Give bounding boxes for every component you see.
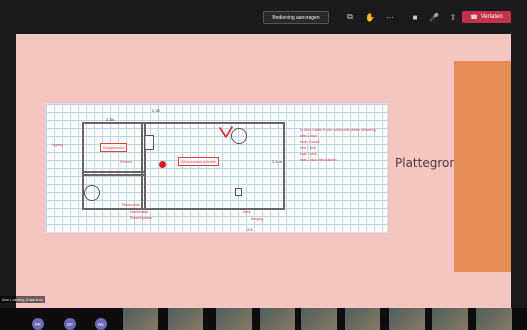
note-line-3: stoel 4 stuks xyxy=(300,140,320,144)
screen-share-icon[interactable]: ⧉ xyxy=(343,11,357,23)
caption-entrance: Ingang xyxy=(52,143,63,147)
bed-icon xyxy=(84,185,100,201)
leave-label: Verlaten xyxy=(480,14,503,20)
side-dimension: 2,5 m xyxy=(272,159,283,164)
participant-wl[interactable]: WL xyxy=(95,318,107,330)
camera-icon[interactable]: ■ xyxy=(408,11,422,23)
meeting-toolbar: Bediening aanvragen ⧉ ✋ ⋯ ■ 🎤 ⇪ ☎ Verlat… xyxy=(0,0,527,34)
presenter-label: Ann Loening (Haarlem) xyxy=(0,296,46,303)
participant-df[interactable]: DF xyxy=(64,318,76,330)
slide-accent-panel xyxy=(454,61,511,272)
video-thumbnail-7[interactable] xyxy=(389,308,425,330)
note-line-6: kast 1 stuk met planken xyxy=(300,158,337,162)
video-thumbnail-8[interactable] xyxy=(432,308,468,330)
top-dimension: 2,35 xyxy=(152,108,160,113)
video-thumbnail-3[interactable] xyxy=(216,308,252,330)
kitchen-block xyxy=(144,135,154,150)
table-icon xyxy=(231,128,247,144)
video-thumbnail-1[interactable] xyxy=(123,308,158,330)
bottom-dimension: 2,5 xyxy=(247,227,253,232)
floorplan-notes: In deze ruimte is een voldoende plaats a… xyxy=(300,128,390,166)
leave-button[interactable]: ☎ Verlaten xyxy=(462,11,511,23)
storage-block xyxy=(235,188,242,196)
note-line-1: In deze ruimte is een voldoende plaats a… xyxy=(300,128,376,132)
video-thumbnail-6[interactable] xyxy=(345,308,380,330)
phone-leave-icon: ☎ xyxy=(470,14,478,21)
caption-plant-box: Plantenbak xyxy=(122,203,140,207)
presentation-slide: Slaapkamer Woonkamer/zithoek 2,35 2,35 2… xyxy=(16,34,511,308)
left-dimension: 2,35 xyxy=(106,117,114,122)
red-arrow-icon xyxy=(219,126,233,138)
caption-wheelchair-space: Rolstoelplaats xyxy=(130,216,152,220)
participant-pk[interactable]: PK xyxy=(32,318,44,330)
request-control-button[interactable]: Bediening aanvragen xyxy=(263,11,329,24)
shared-content-area: Slaapkamer Woonkamer/zithoek 2,35 2,35 2… xyxy=(0,34,527,308)
caption-kitchen: Keuken xyxy=(120,160,132,164)
note-line-4: bed 1 stuk xyxy=(300,146,317,150)
note-line-2: tafel 1 stuk xyxy=(300,134,317,138)
room-label-bedroom: Slaapkamer xyxy=(100,143,128,152)
red-marker xyxy=(159,161,166,168)
video-thumbnail-2[interactable] xyxy=(168,308,203,330)
floorplan-diagram: Slaapkamer Woonkamer/zithoek 2,35 2,35 2… xyxy=(45,103,388,233)
room-label-living-room: Woonkamer/zithoek xyxy=(178,157,220,166)
mic-icon[interactable]: 🎤 xyxy=(427,11,441,23)
video-thumbnail-9[interactable] xyxy=(476,308,512,330)
caption-nightstand: Nachtkastje xyxy=(130,210,149,214)
more-icon[interactable]: ⋯ xyxy=(383,11,397,23)
hand-icon[interactable]: ✋ xyxy=(363,11,377,23)
note-line-5: kast 1 stuk xyxy=(300,152,317,156)
video-thumbnail-5[interactable] xyxy=(301,308,337,330)
share-tray-icon[interactable]: ⇪ xyxy=(446,11,460,23)
caption-storage: Berging xyxy=(251,217,264,221)
video-thumbnail-4[interactable] xyxy=(260,308,295,330)
caption-door: Deur xyxy=(243,210,251,214)
